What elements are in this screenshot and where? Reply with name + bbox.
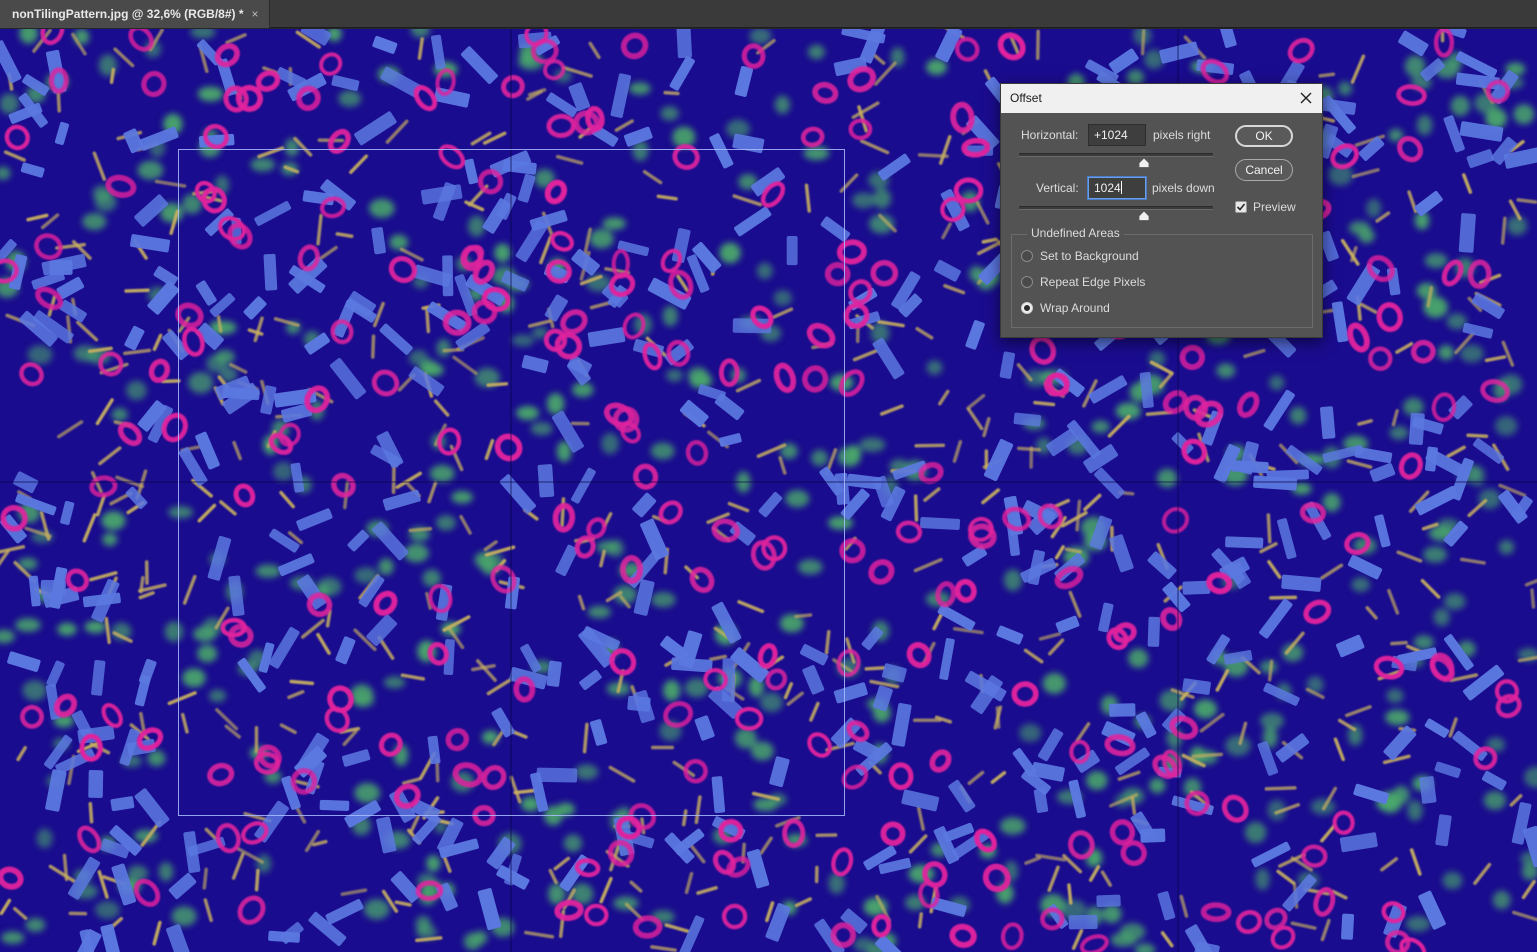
set-to-background-label[interactable]: Set to Background	[1040, 249, 1139, 263]
vertical-label: Vertical:	[1036, 181, 1079, 195]
radio-repeat-edge-pixels[interactable]	[1021, 276, 1033, 288]
vertical-offset-input[interactable]: 1024	[1088, 177, 1146, 199]
horizontal-label: Horizontal:	[1021, 128, 1079, 142]
dialog-title-bar[interactable]: Offset	[1001, 84, 1322, 113]
document-tab-bar: nonTilingPattern.jpg @ 32,6% (RGB/8#) * …	[0, 0, 1537, 28]
close-icon[interactable]	[1298, 90, 1314, 106]
horizontal-offset-input[interactable]: +1024	[1088, 124, 1146, 146]
horizontal-slider-thumb[interactable]	[1138, 158, 1150, 168]
horizontal-unit-label: pixels right	[1153, 128, 1211, 142]
cancel-button[interactable]: Cancel	[1235, 159, 1293, 181]
tile-seam-horizontal	[0, 481, 1537, 483]
vertical-unit-label: pixels down	[1152, 181, 1215, 195]
radio-set-to-background[interactable]	[1021, 250, 1033, 262]
preview-checkbox[interactable]	[1235, 201, 1247, 213]
vertical-slider-track[interactable]	[1019, 206, 1213, 210]
document-tab-title: nonTilingPattern.jpg @ 32,6% (RGB/8#) *	[12, 7, 244, 21]
undefined-areas-legend: Undefined Areas	[1027, 226, 1124, 240]
offset-dialog: Offset Horizontal: +1024 pixels right Ve…	[1000, 83, 1323, 338]
preview-label: Preview	[1253, 200, 1296, 214]
dialog-title: Offset	[1010, 91, 1042, 105]
ok-button[interactable]: OK	[1235, 125, 1293, 147]
tile-seam-vertical	[510, 29, 512, 952]
checkmark-icon	[1236, 203, 1246, 211]
vertical-slider-thumb[interactable]	[1138, 211, 1150, 221]
close-tab-icon[interactable]: ×	[252, 7, 259, 21]
horizontal-slider-track[interactable]	[1019, 153, 1213, 157]
text-caret	[1120, 181, 1122, 194]
radio-wrap-around[interactable]	[1021, 302, 1033, 314]
vertical-offset-value: 1024	[1094, 181, 1121, 195]
document-tab[interactable]: nonTilingPattern.jpg @ 32,6% (RGB/8#) * …	[0, 0, 270, 28]
repeat-edge-pixels-label[interactable]: Repeat Edge Pixels	[1040, 275, 1145, 289]
wrap-around-label[interactable]: Wrap Around	[1040, 301, 1110, 315]
